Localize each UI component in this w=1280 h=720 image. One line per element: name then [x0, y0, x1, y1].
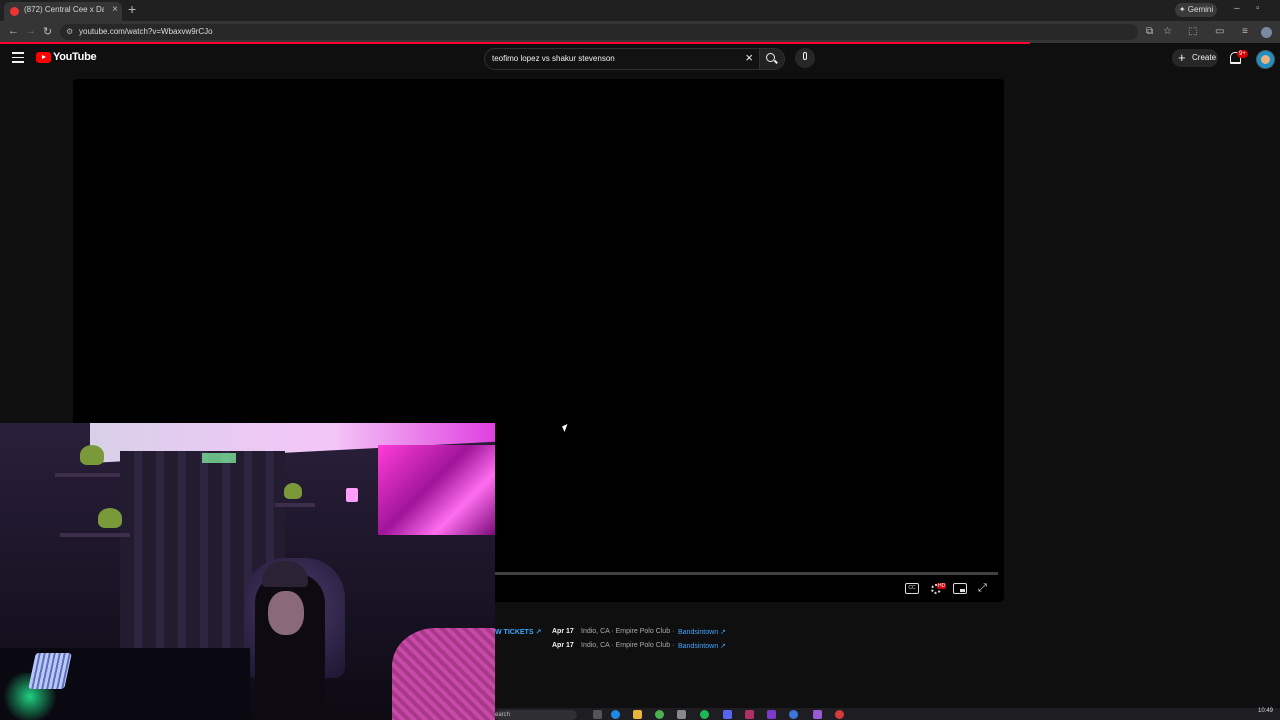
edge-icon[interactable] — [611, 710, 620, 719]
browser-icon[interactable] — [789, 710, 798, 719]
clear-search-icon[interactable]: × — [745, 50, 753, 65]
new-tab-button[interactable]: + — [128, 2, 136, 16]
tour-venue: Indio, CA · Empire Polo Club · — [581, 642, 675, 649]
forward-icon[interactable]: → — [25, 25, 36, 37]
taskbar-clock: 10:49 — [1258, 708, 1274, 714]
fullscreen-icon[interactable]: ⤢ — [978, 583, 992, 594]
windows-taskbar: earch — [495, 708, 1280, 720]
webcam-plant — [284, 483, 302, 499]
webcam-face — [268, 591, 304, 635]
taskbar-search-label: earch — [495, 712, 511, 718]
webcam-street-sign — [202, 453, 236, 463]
restore-icon[interactable]: ▫ — [1256, 3, 1260, 14]
back-icon[interactable]: ← — [8, 25, 19, 37]
address-url: youtube.com/watch?v=Wbaxvw9rCJo — [79, 27, 213, 36]
miniplayer-icon[interactable] — [953, 583, 967, 594]
menu-icon[interactable] — [12, 52, 24, 63]
media-controls-icon[interactable]: ≡ — [1242, 26, 1248, 37]
task-view-icon[interactable] — [593, 710, 602, 719]
tab-close-icon[interactable]: × — [112, 4, 118, 15]
obs-icon[interactable] — [835, 710, 844, 719]
browser-tab-strip: (872) Central Cee x Dave - Sprin × + ✦ G… — [0, 0, 1280, 21]
reload-icon[interactable]: ↻ — [43, 25, 52, 38]
browser-toolbar: ← → ↻ ⚙ youtube.com/watch?v=Wbaxvw9rCJo … — [0, 21, 1280, 43]
webcam-shelf — [275, 503, 315, 507]
taskbar-search[interactable]: earch — [495, 710, 577, 720]
extensions-icon[interactable]: ⬚ — [1188, 26, 1197, 37]
install-app-icon[interactable]: ⧉ — [1146, 26, 1153, 37]
webcam-overlay — [0, 423, 495, 720]
webcam-shelf — [60, 533, 130, 537]
notification-badge: 9+ — [1237, 50, 1248, 58]
microphone-icon — [803, 52, 807, 60]
twitch-icon[interactable] — [767, 710, 776, 719]
webcam-plant — [98, 508, 122, 528]
side-panel-icon[interactable]: ▭ — [1215, 26, 1224, 37]
browser-tab[interactable]: (872) Central Cee x Dave - Sprin × — [4, 2, 122, 21]
address-bar[interactable]: ⚙ youtube.com/watch?v=Wbaxvw9rCJo — [60, 24, 1138, 40]
tab-title: (872) Central Cee x Dave - Sprin — [24, 5, 104, 14]
store-icon[interactable] — [677, 710, 686, 719]
search-query: teofimo lopez vs shakur stevenson — [492, 54, 615, 63]
browser-profile-avatar[interactable] — [1261, 27, 1272, 38]
discord-icon[interactable] — [723, 710, 732, 719]
voice-search-button[interactable] — [795, 48, 815, 68]
webcam-lamp — [346, 488, 358, 502]
youtube-favicon-icon — [10, 7, 19, 16]
youtube-masthead: YouTube teofimo lopez vs shakur stevenso… — [0, 44, 1280, 74]
webcam-plant — [80, 445, 104, 465]
webcam-keyboard — [28, 653, 72, 689]
webcam-shelf — [55, 473, 120, 477]
spotify-icon[interactable] — [700, 710, 709, 719]
chrome-icon[interactable] — [655, 710, 664, 719]
tour-date: Apr 17 — [552, 628, 574, 635]
tickets-link[interactable]: W TICKETS ↗ — [495, 628, 541, 636]
file-explorer-icon[interactable] — [633, 710, 642, 719]
webcam-blanket — [392, 628, 495, 720]
search-button[interactable] — [759, 48, 785, 70]
tour-date: Apr 17 — [552, 642, 574, 649]
account-avatar[interactable] — [1256, 50, 1275, 69]
bandsintown-link[interactable]: Bandsintown ↗ — [678, 628, 726, 636]
plus-icon: + — [1178, 50, 1186, 65]
webcam-wall-art — [378, 445, 495, 535]
create-label: Create — [1192, 53, 1217, 62]
bandsintown-link[interactable]: Bandsintown ↗ — [678, 642, 726, 650]
youtube-play-icon — [36, 52, 51, 63]
create-button[interactable]: + Create — [1172, 49, 1218, 67]
site-info-icon[interactable]: ⚙ — [66, 27, 73, 36]
hd-badge: HD — [937, 583, 947, 589]
youtube-logo-text: YouTube — [53, 51, 97, 63]
gemini-button[interactable]: ✦ Gemini — [1175, 3, 1217, 17]
search-input[interactable]: teofimo lopez vs shakur stevenson × — [484, 48, 760, 70]
webcam-cap — [262, 561, 308, 587]
tour-venue: Indio, CA · Empire Polo Club · — [581, 628, 675, 635]
search-icon — [766, 53, 775, 62]
bookmark-star-icon[interactable]: ☆ — [1163, 26, 1172, 37]
app-icon[interactable] — [813, 710, 822, 719]
minimize-icon[interactable]: – — [1234, 3, 1240, 14]
subtitles-icon[interactable]: CC — [905, 583, 919, 594]
app-icon[interactable] — [745, 710, 754, 719]
